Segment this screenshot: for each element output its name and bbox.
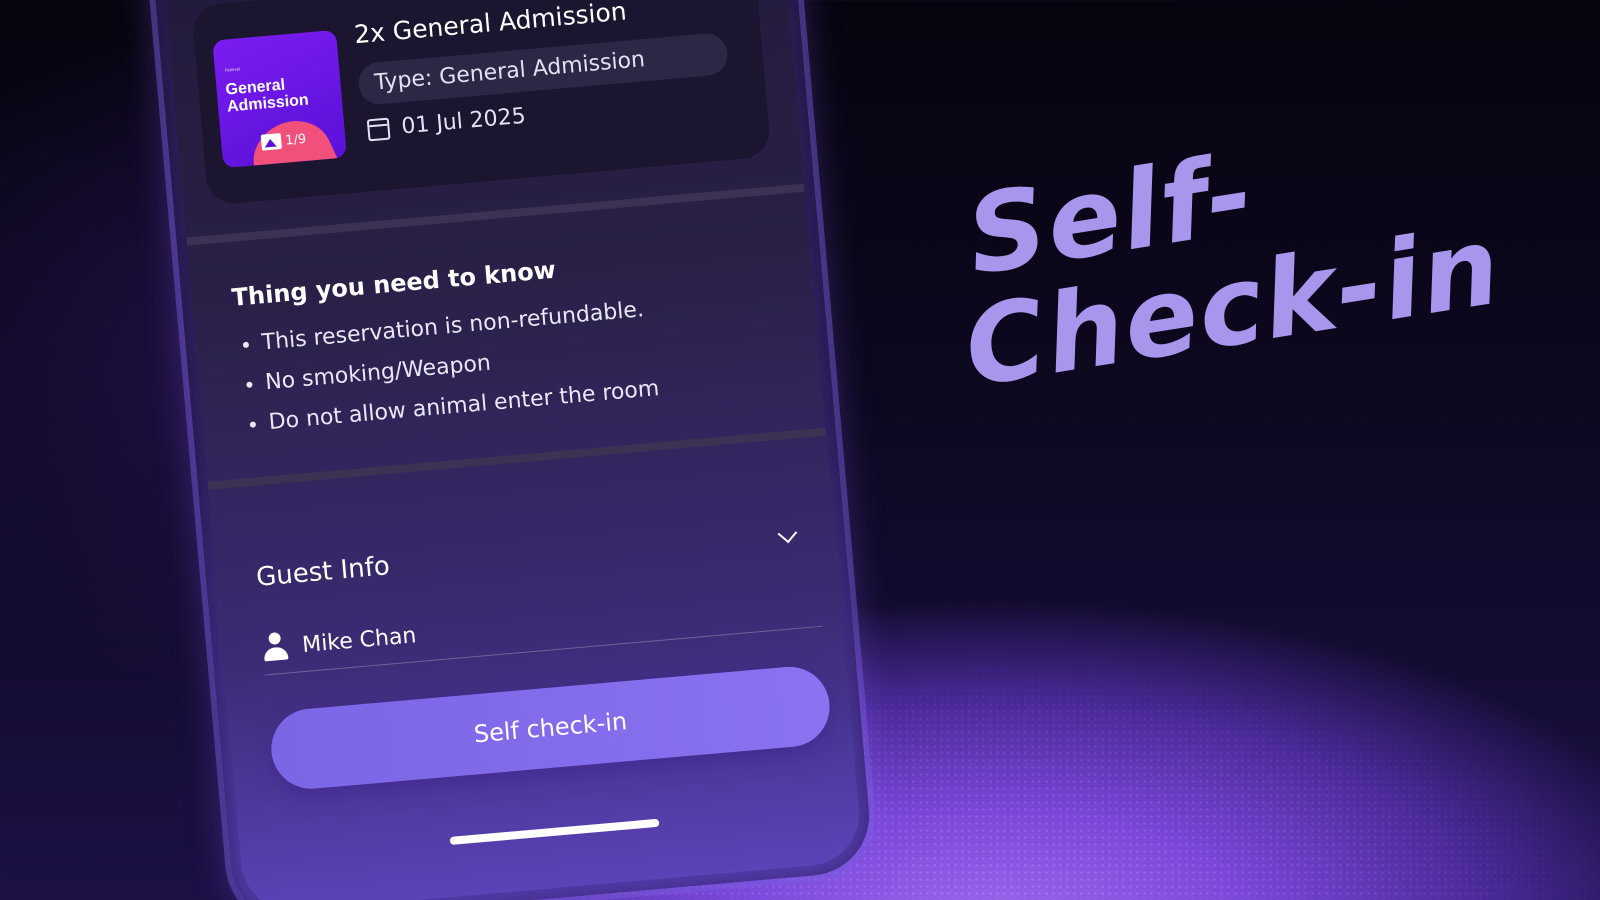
self-check-in-button[interactable]: Self check-in <box>268 663 833 793</box>
chevron-down-icon[interactable] <box>777 523 798 544</box>
calendar-icon <box>366 117 391 141</box>
notes-list: This reservation is non-refundable. No s… <box>234 289 661 445</box>
person-icon <box>261 631 290 663</box>
phone-mockup: Festival General Admission 1/9 2x Genera… <box>145 0 875 900</box>
home-indicator <box>449 818 660 845</box>
ticket-thumbnail[interactable]: Festival General Admission 1/9 <box>212 29 347 169</box>
ticket-date: 01 Jul 2025 <box>366 103 527 143</box>
thumbnail-tiny-text: Festival <box>224 66 241 73</box>
guest-info-title: Guest Info <box>254 551 391 593</box>
ticket-card[interactable]: Festival General Admission 1/9 2x Genera… <box>191 0 772 206</box>
guest-name: Mike Chan <box>301 622 418 658</box>
image-icon <box>260 133 282 151</box>
headline: Self- Check-in <box>930 23 1589 416</box>
phone-screen: Festival General Admission 1/9 2x Genera… <box>156 0 864 900</box>
thumbnail-title: General Admission <box>224 76 310 116</box>
image-counter-text: 1/9 <box>284 131 307 149</box>
ticket-date-text: 01 Jul 2025 <box>400 103 527 140</box>
ticket-title: 2x General Admission <box>353 0 628 50</box>
guest-name-row[interactable]: Mike Chan <box>260 573 823 676</box>
